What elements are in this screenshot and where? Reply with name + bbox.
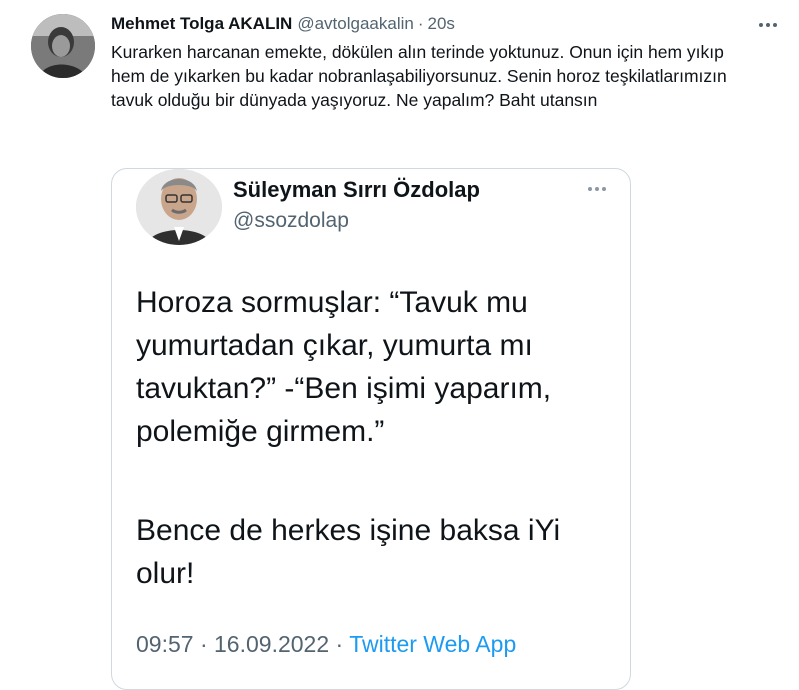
tweet[interactable]: Mehmet Tolga AKALIN @avtolgaakalin · 20s… (0, 0, 799, 690)
tweet-header: Mehmet Tolga AKALIN @avtolgaakalin · 20s (111, 14, 455, 36)
quoted-author-handle[interactable]: @ssozdolap (233, 209, 349, 233)
author-name[interactable]: Mehmet Tolga AKALIN (111, 14, 292, 34)
author-avatar[interactable] (31, 14, 95, 78)
tweet-text: Kurarken harcanan emekte, dökülen alın t… (111, 42, 727, 110)
meta-separator: · (335, 631, 344, 657)
quoted-tweet-meta: 09:57 · 16.09.2022 · Twitter Web App (136, 631, 516, 658)
separator: · (417, 14, 424, 33)
more-icon[interactable] (755, 12, 781, 38)
quoted-tweet-text-2: Bence de herkes işine baksa iYi olur! (136, 514, 561, 590)
author-handle[interactable]: @avtolgaakalin (297, 14, 414, 34)
source-app-link[interactable]: Twitter Web App (349, 631, 516, 657)
quoted-date[interactable]: 16.09.2022 (214, 631, 329, 657)
meta-separator: · (199, 631, 208, 657)
quoted-more-icon[interactable] (584, 179, 610, 199)
quoted-author-avatar[interactable] (136, 169, 222, 245)
quoted-tweet-text: Horoza sormuşlar: “Tavuk mu yumurtadan ç… (136, 286, 552, 448)
quoted-tweet-card[interactable]: Süleyman Sırrı Özdolap @ssozdolap Horoza… (111, 168, 631, 690)
quoted-author-name[interactable]: Süleyman Sırrı Özdolap (233, 177, 480, 203)
tweet-timestamp[interactable]: 20s (428, 14, 455, 34)
quoted-time[interactable]: 09:57 (136, 631, 194, 657)
